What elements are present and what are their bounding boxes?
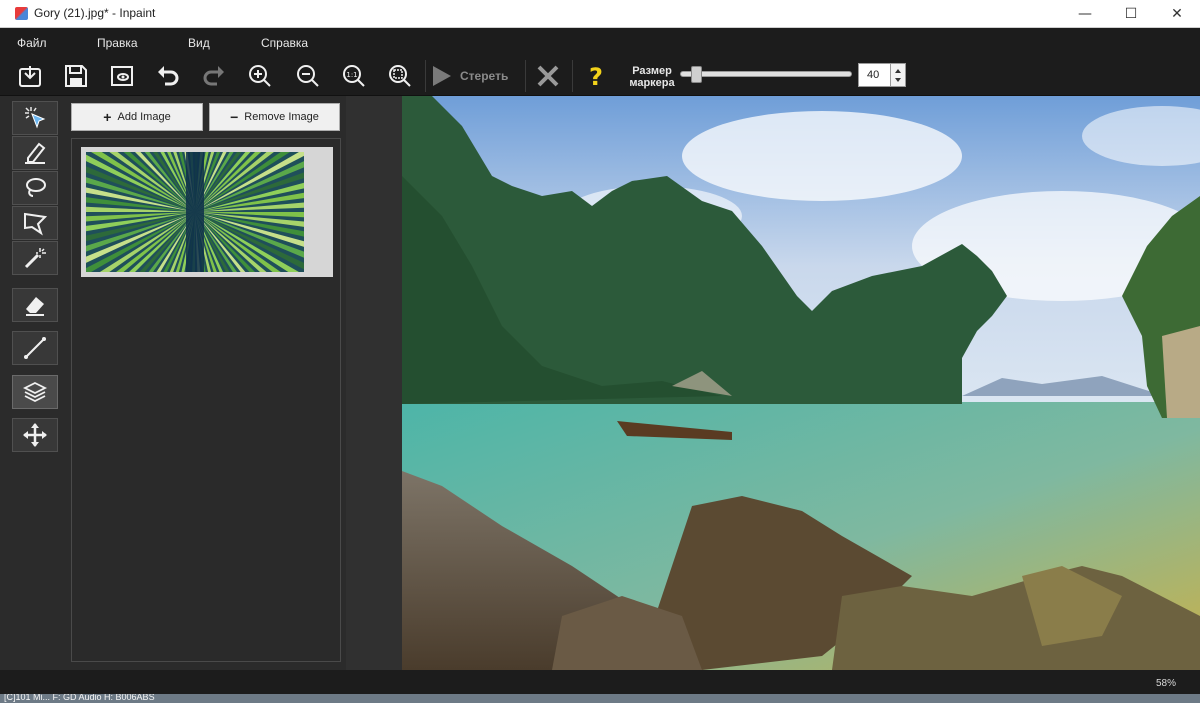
erase-button-label: Стереть <box>460 69 509 83</box>
minus-icon: − <box>230 109 239 125</box>
erase-button[interactable]: Стереть <box>428 60 524 92</box>
svg-text:?: ? <box>589 63 603 89</box>
inpaint-window: Gory (21).jpg* - Inpaint — ☐ ✕ Файл Прав… <box>0 0 1200 703</box>
layer-list <box>71 138 341 662</box>
play-icon <box>433 66 451 86</box>
toolbar-separator <box>525 60 526 92</box>
zoom-level: 58% <box>1155 678 1176 689</box>
minimize-button[interactable]: — <box>1062 0 1108 28</box>
layer-thumbnail <box>86 152 304 272</box>
desktop-icons-labels: [C]101 Mi... F: GD Audio H: B006ABS <box>4 694 155 702</box>
save-icon[interactable] <box>60 60 92 92</box>
menu-bar: Файл Правка Вид Справка <box>0 28 1200 56</box>
toolbar: 1:1 Стереть ? Размер маркера <box>0 56 1200 96</box>
remove-image-button[interactable]: − Remove Image <box>209 103 340 131</box>
marker-icon[interactable] <box>12 136 58 170</box>
menu-file[interactable]: Файл <box>17 36 47 50</box>
cross-icon[interactable] <box>532 60 564 92</box>
layers-panel: + Add Image − Remove Image <box>66 96 346 670</box>
tools-panel <box>0 96 66 670</box>
magic-wand-icon[interactable] <box>12 241 58 275</box>
move-icon[interactable] <box>12 418 58 452</box>
menu-view[interactable]: Вид <box>188 36 210 50</box>
add-image-label: Add Image <box>117 111 171 123</box>
line-icon[interactable] <box>12 331 58 365</box>
spin-up-icon[interactable] <box>895 69 901 73</box>
marker-size-input[interactable]: 40 <box>858 63 891 87</box>
spin-down-icon[interactable] <box>895 78 901 82</box>
polygonal-lasso-icon[interactable] <box>12 206 58 240</box>
title-bar: Gory (21).jpg* - Inpaint — ☐ ✕ <box>0 0 1200 28</box>
toolbar-separator <box>425 60 426 92</box>
redo-icon[interactable] <box>198 60 230 92</box>
marker-size-label: Размер маркера <box>629 65 675 89</box>
toolbar-separator <box>572 60 573 92</box>
layer-item[interactable] <box>81 147 333 277</box>
status-bar: 58% <box>0 670 1200 694</box>
marker-size-slider-thumb[interactable] <box>691 66 703 83</box>
zoom-out-icon[interactable] <box>292 60 324 92</box>
question-icon[interactable]: ? <box>580 60 612 92</box>
remove-image-label: Remove Image <box>244 111 319 123</box>
marker-size-slider[interactable] <box>680 71 852 77</box>
add-image-button[interactable]: + Add Image <box>71 103 203 131</box>
close-button[interactable]: ✕ <box>1154 0 1200 28</box>
save-as-icon[interactable] <box>106 60 138 92</box>
menu-edit[interactable]: Правка <box>97 36 138 50</box>
marker-size-spinner[interactable] <box>891 63 906 87</box>
plus-icon: + <box>103 109 112 125</box>
window-title: Gory (21).jpg* - Inpaint <box>34 6 156 20</box>
app-icon <box>15 7 28 20</box>
zoom-in-icon[interactable] <box>244 60 276 92</box>
undo-icon[interactable] <box>152 60 184 92</box>
zoom-fit-icon[interactable] <box>384 60 416 92</box>
open-icon[interactable] <box>14 60 46 92</box>
image-canvas[interactable] <box>402 96 1200 670</box>
svg-text:1:1: 1:1 <box>346 71 357 79</box>
lasso-icon[interactable] <box>12 171 58 205</box>
eraser-icon[interactable] <box>12 288 58 322</box>
menu-help[interactable]: Справка <box>261 36 308 50</box>
maximize-button[interactable]: ☐ <box>1108 0 1154 28</box>
desktop-background-strip: [C]101 Mi... F: GD Audio H: B006ABS <box>0 694 1200 703</box>
zoom-actual-size-icon[interactable]: 1:1 <box>338 60 370 92</box>
layers-icon[interactable] <box>12 375 58 409</box>
selection-icon[interactable] <box>12 101 58 135</box>
